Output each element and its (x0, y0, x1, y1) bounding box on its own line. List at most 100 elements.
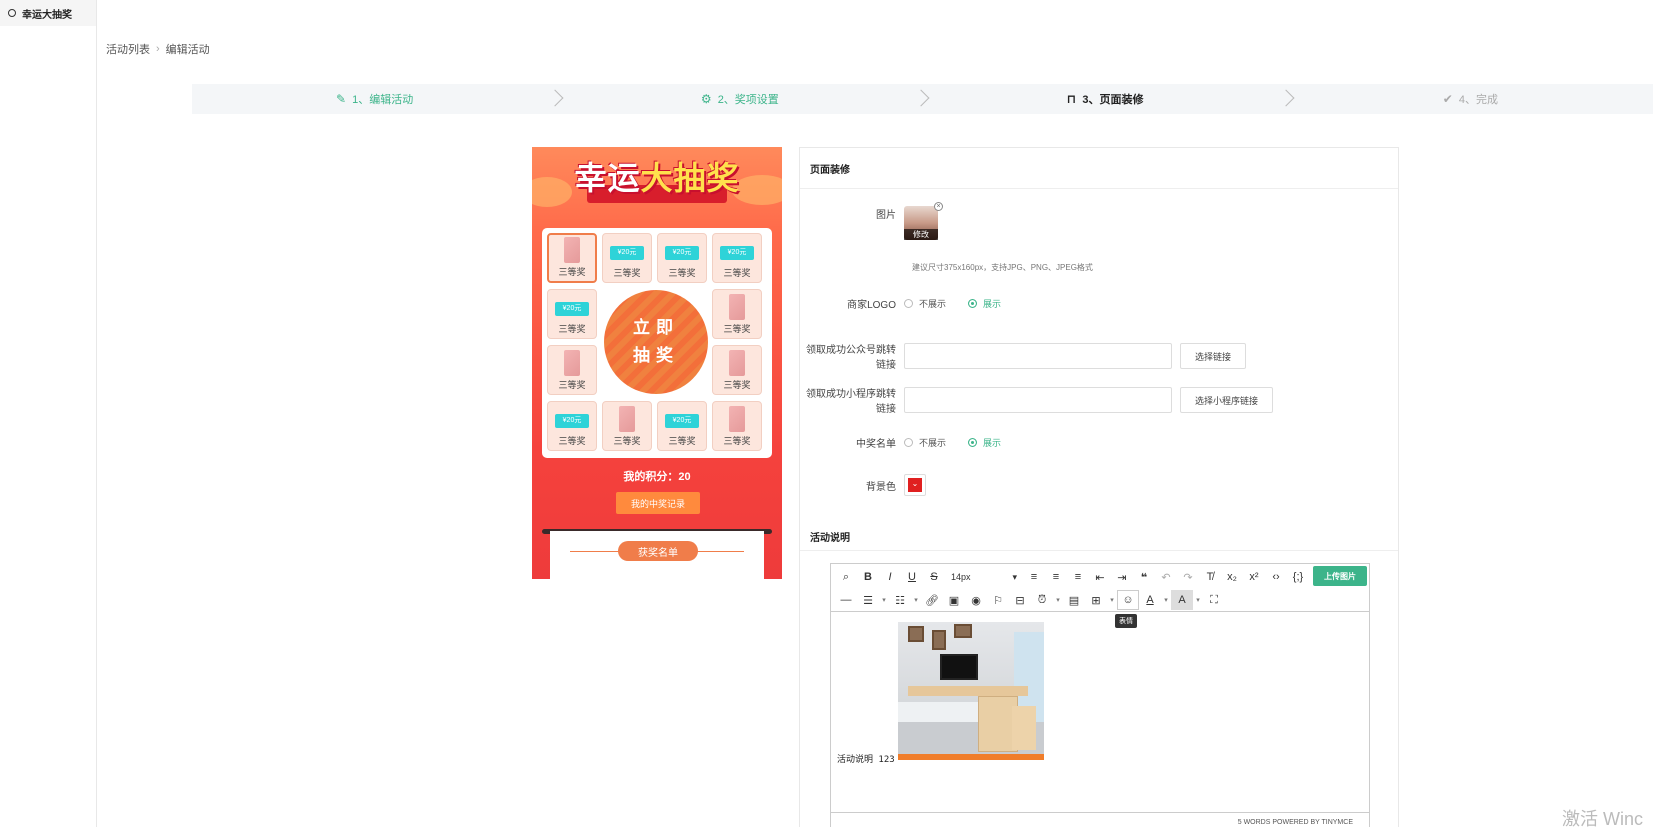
italic-icon[interactable]: I (879, 567, 901, 587)
steps-bar: ✎ 1、编辑活动 ⚙ 2、奖项设置 ⊓ 3、页面装修 ✔ 4、完成 (192, 84, 1653, 114)
breadcrumb-parent-link[interactable]: 活动列表 (106, 41, 150, 57)
bg-color-picker[interactable]: ⌄ (904, 474, 926, 496)
activity-description-title: 活动说明 (800, 523, 1398, 551)
phone-prize-image (729, 350, 745, 376)
undo-icon[interactable]: ↶ (1155, 567, 1177, 587)
superscript-icon[interactable]: x² (1243, 567, 1265, 587)
phone-prize-image (564, 237, 580, 263)
winners-show-radio[interactable]: 展示 (968, 436, 1001, 449)
radio-circle (904, 438, 913, 447)
mini-link-row: 领取成功小程序跳转链接 选择小程序链接 (800, 385, 1274, 415)
editor-toolbar: ⌕ B I U S 14px ▾ ≡ ≡ ≡ ⇤ ⇥ ❝ ↶ ↷ T̸ x₂ x²… (831, 564, 1369, 612)
page-break-icon[interactable]: ⊟ (1009, 590, 1031, 610)
phone-prize-image (619, 406, 635, 432)
bullet-list-icon[interactable]: ☰ (857, 590, 879, 610)
photo-frame (954, 624, 972, 638)
background-color-icon[interactable]: A (1171, 590, 1193, 610)
radio-label: 不展示 (919, 438, 947, 448)
code-icon[interactable]: ‹› (1265, 567, 1287, 587)
draw-now-button[interactable]: 立即 抽奖 (604, 290, 708, 394)
outdent-icon[interactable]: ⇤ (1089, 567, 1111, 587)
fullscreen-icon[interactable]: ⛶ (1203, 590, 1225, 610)
breadcrumb: 活动列表 › 编辑活动 (106, 41, 210, 57)
prize-cell: ¥20元 三等奖 (547, 289, 597, 339)
draw-button-line1: 立即 (633, 318, 679, 337)
text-color-icon[interactable]: A (1139, 590, 1161, 610)
blockquote-icon[interactable]: ❝ (1133, 567, 1155, 587)
toolbar-row-1: ⌕ B I U S 14px ▾ ≡ ≡ ≡ ⇤ ⇥ ❝ ↶ ↷ T̸ x₂ x²… (835, 566, 1309, 588)
logo-hide-radio[interactable]: 不展示 (904, 297, 946, 310)
upload-image-button[interactable]: 上传图片 (1313, 566, 1367, 586)
select-mini-link-button[interactable]: 选择小程序链接 (1180, 387, 1274, 413)
chevron-down-icon[interactable]: ▾ (1193, 590, 1203, 610)
emoji-icon[interactable]: ☺ (1117, 590, 1139, 610)
font-size-select[interactable]: 14px ▾ (945, 567, 1023, 587)
underline-icon[interactable]: U (901, 567, 923, 587)
mobile-preview: 幸运大抽奖 三等奖 ¥20元 三等奖 ¥20元 三等奖 ¥20元 三等奖 ¥20元 三等… (532, 147, 782, 579)
chevron-down-icon[interactable]: ▾ (1161, 590, 1171, 610)
redo-icon[interactable]: ↷ (1177, 567, 1199, 587)
prize-label: 三等奖 (723, 380, 751, 390)
winners-hide-radio[interactable]: 不展示 (904, 436, 946, 449)
table-icon[interactable]: ⊞ (1085, 590, 1107, 610)
alarm-clock-icon[interactable]: ⏰︎ (1031, 590, 1053, 610)
banner-image-uploader[interactable]: 修改 × (904, 202, 943, 240)
subscript-icon[interactable]: x₂ (1221, 567, 1243, 587)
step-finish[interactable]: ✔ 4、完成 (1288, 84, 1653, 114)
desk-photo[interactable] (898, 622, 1044, 760)
prize-cell: 三等奖 (712, 401, 762, 451)
close-icon[interactable]: × (934, 202, 943, 211)
bold-icon[interactable]: B (857, 567, 879, 587)
cloud-decoration (532, 177, 572, 207)
radio-label: 展示 (983, 299, 1002, 309)
prize-cell: 三等奖 (547, 345, 597, 395)
step-label: 1、编辑活动 (352, 94, 414, 106)
template-icon[interactable]: {;} (1287, 567, 1309, 587)
link-icon[interactable]: 🔗︎ (921, 590, 943, 610)
step-prize-settings[interactable]: ⚙ 2、奖项设置 (557, 84, 929, 114)
image-edit-button[interactable]: 修改 (904, 229, 938, 240)
align-left-icon[interactable]: ≡ (1023, 567, 1045, 587)
align-right-icon[interactable]: ≡ (1067, 567, 1089, 587)
my-points: 我的积分：20 (623, 471, 691, 483)
indent-icon[interactable]: ⇥ (1111, 567, 1133, 587)
radio-circle (968, 299, 978, 308)
chevron-down-icon[interactable]: ▾ (1053, 590, 1063, 610)
edit-icon: ✎ (336, 92, 347, 106)
coupon-prize-image: ¥20元 (665, 414, 699, 428)
align-center-icon[interactable]: ≡ (1045, 567, 1067, 587)
image-icon[interactable]: ▣ (943, 590, 965, 610)
horizontal-rule-icon[interactable]: — (835, 590, 857, 610)
editor-content-area[interactable]: 活动说明 123 (831, 612, 1369, 812)
step-edit-activity[interactable]: ✎ 1、编辑活动 (192, 84, 564, 114)
my-records-button[interactable]: 我的中奖记录 (616, 492, 700, 514)
sidebar-item-lucky-draw[interactable]: 幸运大抽奖 (0, 0, 96, 26)
strikethrough-icon[interactable]: S (923, 567, 945, 587)
chevron-down-icon[interactable]: ▾ (911, 590, 921, 610)
prize-label: 三等奖 (723, 268, 751, 278)
step-label: 4、完成 (1458, 94, 1498, 106)
official-link-input[interactable] (904, 343, 1172, 369)
step-page-decoration[interactable]: ⊓ 3、页面装修 (923, 84, 1295, 114)
preview-eye-icon[interactable]: ◉ (965, 590, 987, 610)
chevron-down-icon[interactable]: ▾ (879, 590, 889, 610)
radio-circle (904, 299, 913, 308)
select-link-button[interactable]: 选择链接 (1180, 343, 1247, 369)
prize-label: 三等奖 (558, 380, 586, 390)
prize-cell: ¥20元 三等奖 (602, 233, 652, 283)
prize-label: 三等奖 (613, 436, 641, 446)
coupon-prize-image: ¥20元 (555, 414, 589, 428)
chevron-down-icon[interactable]: ▾ (1107, 590, 1117, 610)
prize-cell: 三等奖 (602, 401, 652, 451)
winners-title: 获奖名单 (618, 541, 698, 561)
logo-show-radio[interactable]: 展示 (968, 297, 1001, 310)
binoculars-icon[interactable]: ⌕ (835, 567, 857, 587)
prize-label: 三等奖 (668, 268, 696, 278)
photo-frame (908, 626, 924, 642)
bookmark-icon[interactable]: ⚐ (987, 590, 1009, 610)
clear-format-icon[interactable]: T̸ (1199, 567, 1221, 587)
mini-link-input[interactable] (904, 387, 1172, 413)
chevron-down-icon: ⌄ (908, 478, 922, 492)
numbered-list-icon[interactable]: ☷ (889, 590, 911, 610)
media-icon[interactable]: ▤ (1063, 590, 1085, 610)
